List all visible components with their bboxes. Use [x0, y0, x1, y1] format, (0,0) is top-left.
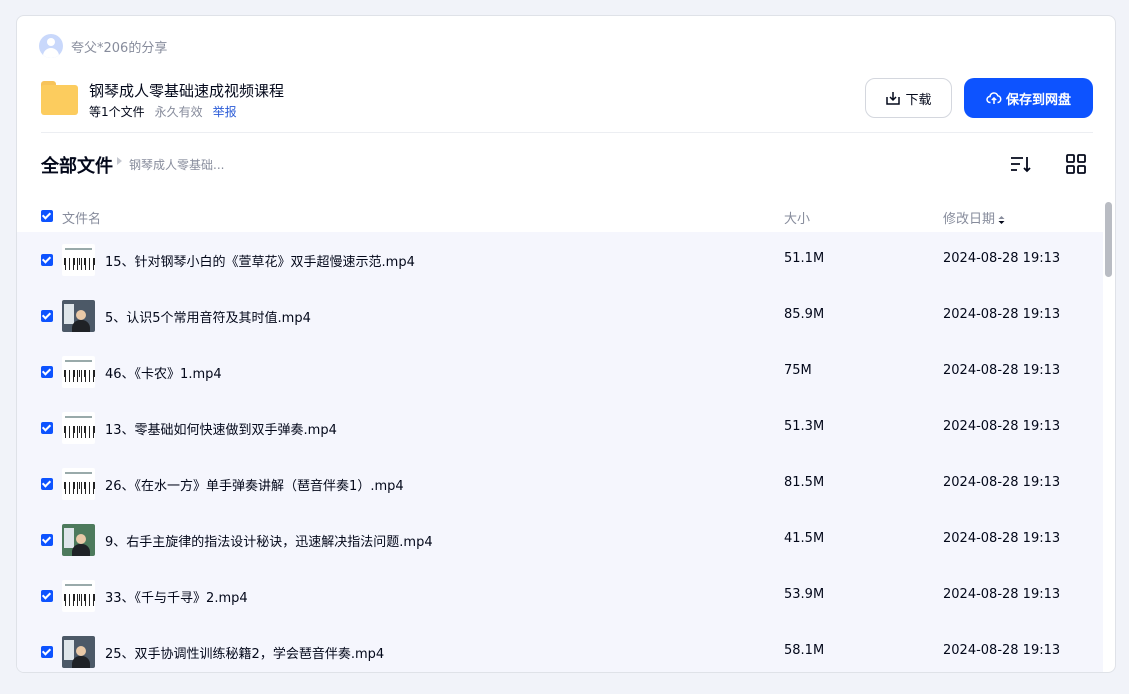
file-row[interactable]: 9、右手主旋律的指法设计秘诀，迅速解决指法问题.mp4 41.5M 2024-0…	[17, 512, 1103, 568]
file-name[interactable]: 46、《卡农》1.mp4	[105, 363, 222, 382]
report-link[interactable]: 举报	[213, 103, 237, 120]
file-size: 51.1M	[784, 251, 825, 266]
file-date: 2024-08-28 19:13	[943, 419, 1061, 434]
video-thumbnail	[62, 244, 95, 276]
column-header-date-label: 修改日期	[943, 212, 996, 227]
scrollbar[interactable]	[1104, 202, 1113, 672]
sharer-info: 夸父*206的分享	[39, 34, 167, 58]
select-all-checkbox[interactable]	[41, 210, 53, 222]
file-name[interactable]: 25、双手协调性训练秘籍2，学会琶音伴奏.mp4	[105, 643, 384, 662]
file-size: 81.5M	[784, 475, 825, 490]
validity: 永久有效	[154, 105, 203, 119]
video-thumbnail	[62, 412, 95, 444]
file-count: 等1个文件	[89, 105, 145, 119]
row-checkbox[interactable]	[41, 366, 53, 378]
file-date: 2024-08-28 19:13	[943, 307, 1061, 322]
column-header-size[interactable]: 大小	[784, 208, 810, 227]
file-name[interactable]: 15、针对钢琴小白的《萱草花》双手超慢速示范.mp4	[105, 251, 415, 270]
breadcrumb-separator-icon	[117, 157, 122, 165]
file-row[interactable]: 25、双手协调性训练秘籍2，学会琶音伴奏.mp4 58.1M 2024-08-2…	[17, 624, 1103, 672]
file-name[interactable]: 9、右手主旋律的指法设计秘诀，迅速解决指法问题.mp4	[105, 531, 433, 550]
video-thumbnail	[62, 356, 95, 388]
file-date: 2024-08-28 19:13	[943, 643, 1061, 658]
download-label: 下载	[905, 92, 932, 108]
row-checkbox[interactable]	[41, 422, 53, 434]
video-thumbnail	[62, 300, 95, 332]
file-row[interactable]: 15、针对钢琴小白的《萱草花》双手超慢速示范.mp4 51.1M 2024-08…	[17, 232, 1103, 288]
file-name[interactable]: 26、《在水一方》单手弹奏讲解（琶音伴奏1）.mp4	[105, 475, 404, 494]
file-row[interactable]: 13、零基础如何快速做到双手弹奏.mp4 51.3M 2024-08-28 19…	[17, 400, 1103, 456]
download-icon	[886, 92, 901, 105]
file-size: 75M	[784, 363, 812, 378]
file-name[interactable]: 5、认识5个常用音符及其时值.mp4	[105, 307, 311, 326]
file-row[interactable]: 26、《在水一方》单手弹奏讲解（琶音伴奏1）.mp4 81.5M 2024-08…	[17, 456, 1103, 512]
breadcrumb-current: 钢琴成人零基础...	[129, 158, 225, 172]
file-size: 51.3M	[784, 419, 825, 434]
scrollbar-thumb[interactable]	[1105, 202, 1112, 277]
row-checkbox[interactable]	[41, 646, 53, 658]
file-date: 2024-08-28 19:13	[943, 363, 1061, 378]
sort-arrows-icon	[998, 215, 1005, 224]
column-header-date[interactable]: 修改日期	[943, 208, 1005, 227]
file-list: 15、针对钢琴小白的《萱草花》双手超慢速示范.mp4 51.1M 2024-08…	[17, 232, 1103, 672]
column-header-name: 文件名	[62, 212, 102, 227]
file-date: 2024-08-28 19:13	[943, 531, 1061, 546]
share-card: 夸父*206的分享 钢琴成人零基础速成视频课程 等1个文件 永久有效 举报 下载…	[16, 15, 1116, 673]
sort-icon[interactable]	[1009, 154, 1031, 174]
save-to-drive-button[interactable]: 保存到网盘	[964, 78, 1093, 118]
file-date: 2024-08-28 19:13	[943, 475, 1061, 490]
video-thumbnail	[62, 636, 95, 668]
save-label: 保存到网盘	[1005, 92, 1071, 108]
file-name[interactable]: 13、零基础如何快速做到双手弹奏.mp4	[105, 419, 337, 438]
row-checkbox[interactable]	[41, 590, 53, 602]
file-row[interactable]: 5、认识5个常用音符及其时值.mp4 85.9M 2024-08-28 19:1…	[17, 288, 1103, 344]
file-size: 41.5M	[784, 531, 825, 546]
video-thumbnail	[62, 524, 95, 556]
file-size: 85.9M	[784, 307, 825, 322]
cloud-upload-icon	[986, 92, 1002, 104]
sharer-name: 夸父*206的分享	[71, 40, 168, 56]
download-button[interactable]: 下载	[865, 78, 952, 118]
file-row[interactable]: 46、《卡农》1.mp4 75M 2024-08-28 19:13	[17, 344, 1103, 400]
breadcrumb-root[interactable]: 全部文件	[41, 152, 113, 178]
row-checkbox[interactable]	[41, 534, 53, 546]
file-size: 58.1M	[784, 643, 825, 658]
file-name[interactable]: 33、《千与千寻》2.mp4	[105, 587, 248, 606]
file-row[interactable]: 33、《千与千寻》2.mp4 53.9M 2024-08-28 19:13	[17, 568, 1103, 624]
grid-view-icon[interactable]	[1065, 154, 1087, 174]
row-checkbox[interactable]	[41, 310, 53, 322]
divider	[41, 132, 1093, 133]
row-checkbox[interactable]	[41, 254, 53, 266]
avatar	[39, 34, 63, 58]
folder-icon	[41, 80, 78, 115]
file-date: 2024-08-28 19:13	[943, 251, 1061, 266]
share-meta: 等1个文件 永久有效 举报	[89, 103, 237, 120]
share-title: 钢琴成人零基础速成视频课程	[89, 82, 285, 100]
row-checkbox[interactable]	[41, 478, 53, 490]
file-size: 53.9M	[784, 587, 825, 602]
video-thumbnail	[62, 468, 95, 500]
video-thumbnail	[62, 580, 95, 612]
file-date: 2024-08-28 19:13	[943, 587, 1061, 602]
